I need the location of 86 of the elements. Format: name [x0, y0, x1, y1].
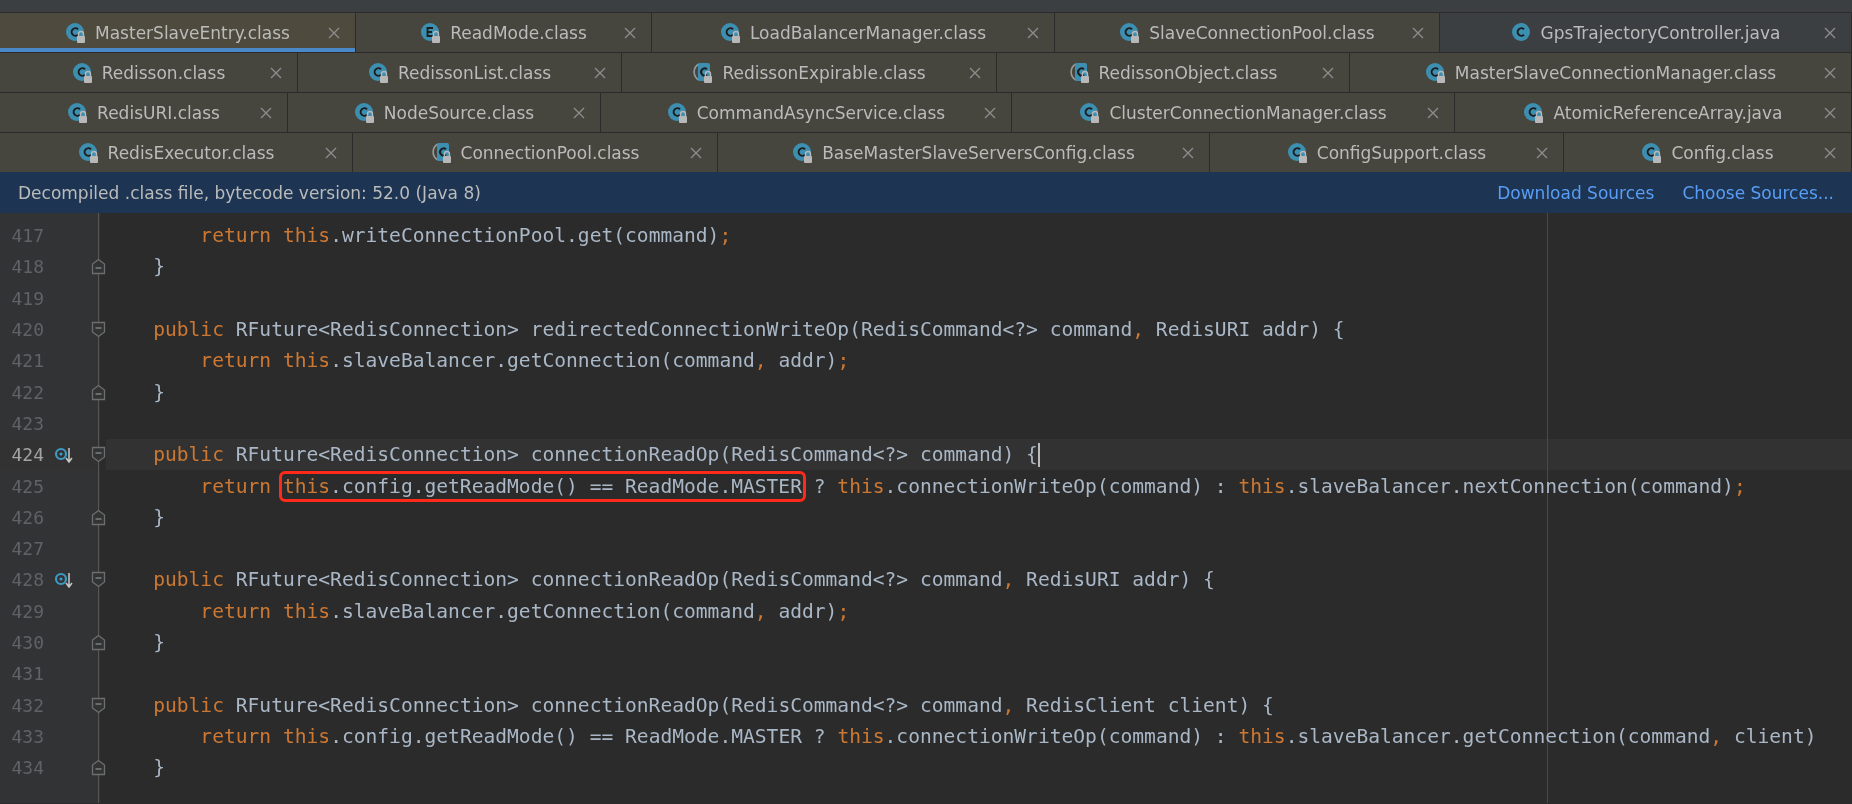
close-icon[interactable]	[259, 105, 273, 120]
locked-class-icon	[1079, 101, 1102, 124]
close-icon[interactable]	[1321, 65, 1335, 80]
code-line: return this.slaveBalancer.getConnection(command, addr);	[200, 599, 850, 623]
file-tab[interactable]: RedisExecutor.class	[0, 133, 353, 172]
code-line: return this.slaveBalancer.getConnection(command, addr);	[200, 349, 850, 373]
code-line: public RFuture<RedisConnection> connectionReadOp(RedisCommand<?> command, RedisClient client) {	[153, 693, 1274, 717]
file-tab[interactable]: ClusterConnectionManager.class	[1012, 93, 1455, 132]
close-icon[interactable]	[1823, 105, 1837, 120]
fold-icon[interactable]	[91, 321, 106, 339]
locked-class-icon	[367, 61, 390, 84]
close-icon[interactable]	[269, 65, 283, 80]
close-icon[interactable]	[623, 25, 637, 40]
file-tab[interactable]: BaseMasterSlaveServersConfig.class	[718, 133, 1210, 172]
file-tab[interactable]: Redisson.class	[0, 53, 298, 92]
locked-class-icon	[430, 141, 453, 164]
fold-icon[interactable]	[91, 696, 106, 714]
close-icon[interactable]	[968, 65, 982, 80]
file-tab[interactable]: MasterSlaveEntry.class	[0, 13, 356, 52]
fold-icon[interactable]	[91, 634, 106, 651]
close-icon[interactable]	[1535, 145, 1549, 160]
locked-class-icon	[719, 21, 742, 44]
file-tab[interactable]: MasterSlaveConnectionManager.class	[1350, 53, 1852, 92]
file-tab[interactable]: GpsTrajectoryController.java	[1440, 13, 1852, 52]
file-tab[interactable]: RedissonList.class	[298, 53, 622, 92]
locked-class-icon	[77, 141, 100, 164]
fold-icon[interactable]	[91, 258, 106, 276]
decompiled-notice: Decompiled .class file, bytecode version: 52.0 (Java 8)	[18, 182, 482, 203]
locked-class-icon	[1641, 141, 1664, 164]
code-line: return this.writeConnectionPool.get(command);	[200, 224, 732, 248]
file-tab[interactable]: CommandAsyncService.class	[601, 93, 1012, 132]
file-tab[interactable]: RedisURI.class	[0, 93, 288, 132]
file-tab[interactable]: LoadBalancerManager.class	[652, 13, 1055, 52]
fold-icon[interactable]	[91, 571, 106, 589]
locked-class-icon	[353, 101, 376, 124]
close-icon[interactable]	[1823, 145, 1837, 160]
close-icon[interactable]	[1823, 25, 1837, 40]
code-line: }	[153, 255, 165, 279]
locked-class-icon	[1286, 141, 1309, 164]
locked-class-icon	[1119, 21, 1142, 44]
close-icon[interactable]	[1411, 25, 1425, 40]
locked-class-icon	[420, 21, 443, 44]
locked-class-icon	[71, 61, 94, 84]
code-line: return this.config.getReadMode() == ReadMode.MASTER ? this.connectionWriteOp(command) : this.slaveBalancer.getConnection(command, client)	[200, 724, 1817, 748]
fold-icon[interactable]	[91, 508, 106, 526]
code-line: }	[153, 631, 165, 654]
locked-class-icon	[1424, 61, 1447, 84]
code-line: public RFuture<RedisConnection> connectionReadOp(RedisCommand<?> command, RedisURI addr) {	[153, 568, 1215, 592]
file-tab[interactable]: SlaveConnectionPool.class	[1055, 13, 1440, 52]
code-line: public RFuture<RedisConnection> redirectedConnectionWriteOp(RedisCommand<?> command, RedisURI addr) {	[153, 318, 1345, 342]
code-line: public RFuture<RedisConnection> connectionReadOp(RedisCommand<?> command) {	[153, 443, 1038, 467]
close-icon[interactable]	[1181, 145, 1195, 160]
close-icon[interactable]	[689, 145, 703, 160]
line-number: 424	[10, 444, 44, 466]
file-tab[interactable]: Config.class	[1564, 133, 1852, 172]
class-icon	[1510, 21, 1533, 44]
sources-link[interactable]: Choose Sources...	[1682, 182, 1834, 203]
fold-icon[interactable]	[91, 446, 106, 464]
locked-class-icon	[67, 101, 90, 124]
file-tab[interactable]: RedissonObject.class	[997, 53, 1350, 92]
code-line: }	[153, 380, 165, 404]
locked-class-icon	[1068, 61, 1091, 84]
locked-class-icon	[692, 61, 715, 84]
file-tab[interactable]: NodeSource.class	[288, 93, 601, 132]
locked-class-icon	[666, 101, 689, 124]
close-icon[interactable]	[1026, 25, 1040, 40]
close-icon[interactable]	[593, 65, 607, 80]
code-line: }	[153, 505, 165, 529]
close-icon[interactable]	[327, 25, 341, 40]
close-icon[interactable]	[1426, 105, 1440, 120]
close-icon[interactable]	[572, 105, 586, 120]
code-line: }	[153, 756, 165, 780]
locked-class-icon	[1523, 101, 1546, 124]
fold-icon[interactable]	[91, 383, 106, 401]
locked-class-icon	[65, 21, 88, 44]
file-tab[interactable]: AtomicReferenceArray.java	[1455, 93, 1852, 132]
file-tab[interactable]: ConnectionPool.class	[353, 133, 718, 172]
sources-link[interactable]: Download Sources	[1497, 182, 1655, 203]
file-tab[interactable]: ConfigSupport.class	[1210, 133, 1564, 172]
close-icon[interactable]	[983, 105, 997, 120]
locked-class-icon	[792, 141, 815, 164]
close-icon[interactable]	[324, 145, 338, 160]
close-icon[interactable]	[1823, 65, 1837, 80]
file-tab[interactable]: ReadMode.class	[356, 13, 652, 52]
fold-icon[interactable]	[91, 759, 106, 777]
file-tab[interactable]: RedissonExpirable.class	[622, 53, 997, 92]
